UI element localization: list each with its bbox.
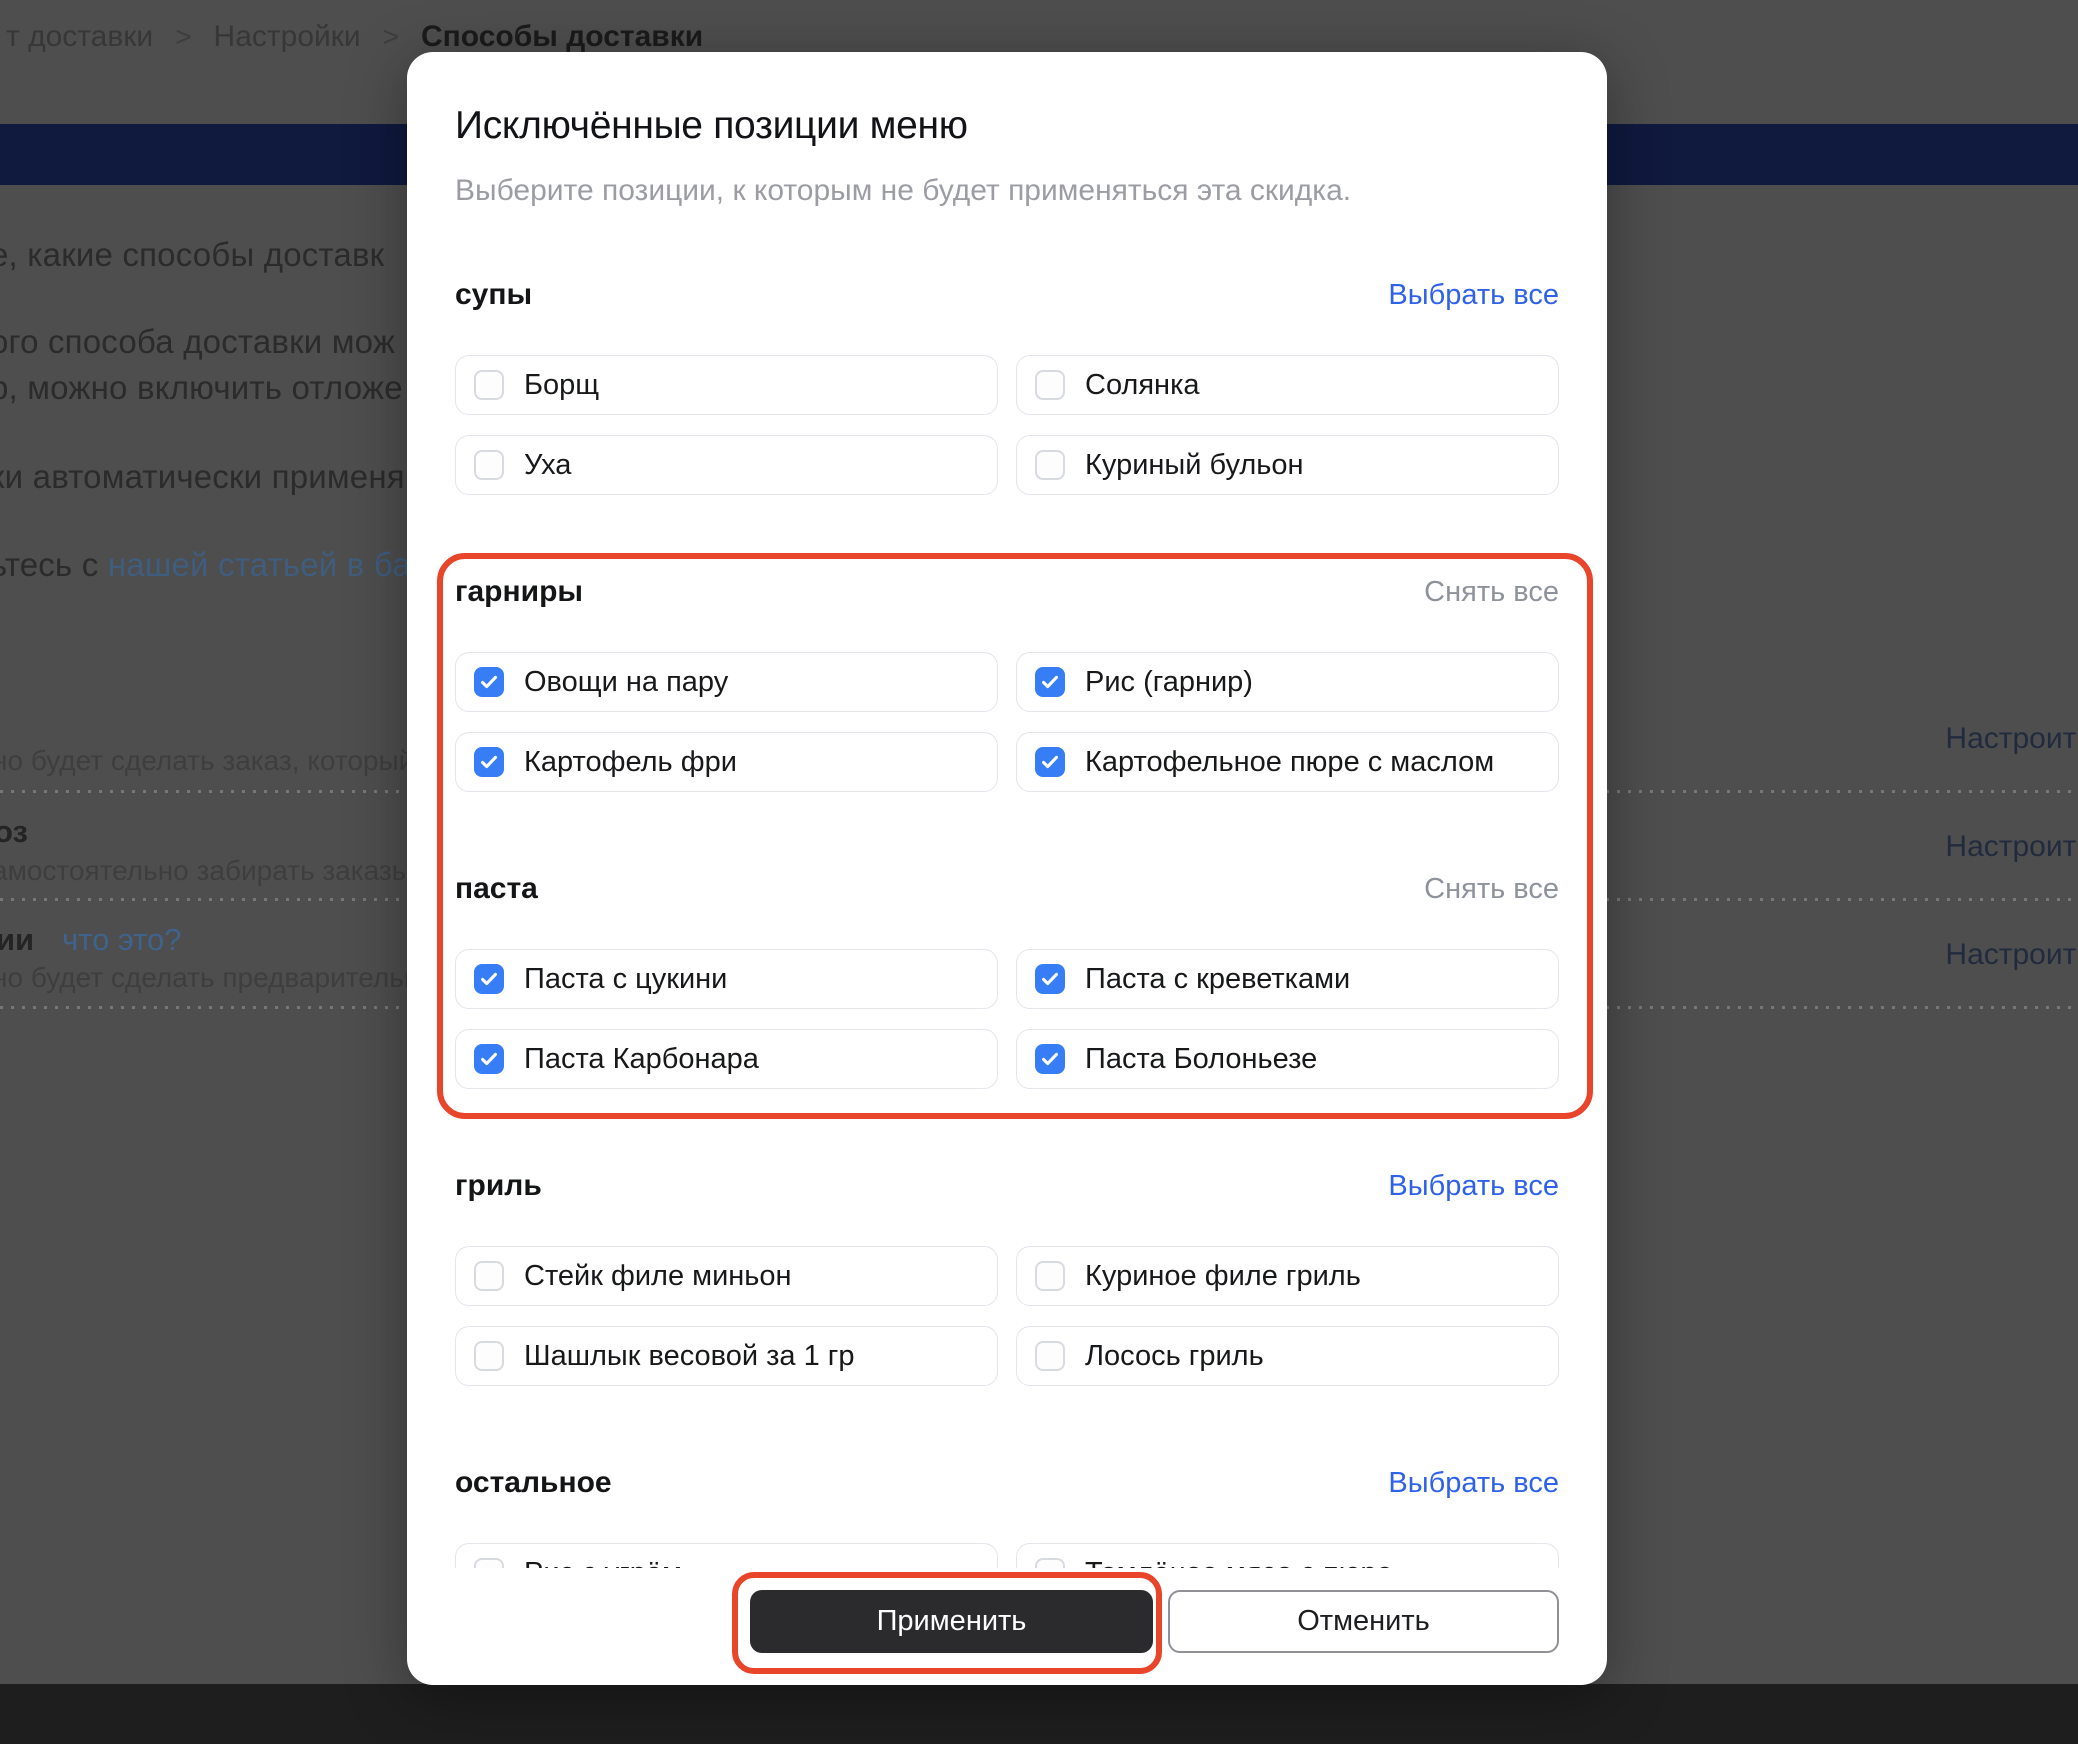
article-link[interactable]: нашей статьей в ба [108,546,411,583]
checkbox-checked[interactable] [1035,667,1065,697]
menu-item-label: Лосось гриль [1085,1340,1264,1373]
section-header: гарниры Снять все [455,575,1559,609]
background-paragraph: ьтесь с нашей статьей в ба [0,546,411,584]
background-paragraph: ки автоматически применя [0,458,405,496]
menu-item-label: Овощи на пару [524,666,728,699]
checkbox-checked[interactable] [1035,1044,1065,1074]
configure-link[interactable]: Настроить [1945,722,2078,756]
checkbox-checked[interactable] [474,667,504,697]
checkbox-unchecked[interactable] [1035,370,1065,400]
menu-item-label: Куриное филе гриль [1085,1260,1361,1293]
checkbox-checked[interactable] [1035,964,1065,994]
section-header: супы Выбрать все [455,278,1559,312]
menu-section-гарниры: гарниры Снять все Овощи на пару Рис (гарнир… [455,575,1559,792]
configure-link[interactable]: Настроить [1945,830,2078,864]
breadcrumb-item-settings[interactable]: Настройки [214,20,361,54]
menu-item-label: Картофель фри [524,746,737,779]
chevron-right-icon: > [175,21,191,53]
apply-button[interactable]: Применить [750,1590,1153,1653]
menu-item-checkbox-card[interactable]: Картофель фри [455,732,998,792]
menu-item-checkbox-card[interactable]: Картофельное пюре с маслом [1016,732,1559,792]
checkbox-unchecked[interactable] [474,370,504,400]
deselect-all-link[interactable]: Снять все [1424,575,1559,609]
section-title: гриль [455,1169,542,1203]
configure-link[interactable]: Настроить [1945,938,2078,972]
bottom-dark-band [0,1684,2078,1744]
checkbox-unchecked[interactable] [474,1261,504,1291]
background-paragraph: е, какие способы доставк [0,236,384,274]
checkbox-unchecked[interactable] [1035,450,1065,480]
menu-item-label: Борщ [524,369,599,402]
background-paragraph: р, можно включить отложе [0,369,403,407]
section-header: паста Снять все [455,872,1559,906]
section-header: гриль Выбрать все [455,1169,1559,1203]
breadcrumb-item-delivery-methods: Способы доставки [421,20,703,54]
menu-item-checkbox-card[interactable]: Борщ [455,355,998,415]
menu-item-label: Рис (гарнир) [1085,666,1253,699]
menu-item-checkbox-card[interactable]: Паста с креветками [1016,949,1559,1009]
menu-item-label: Солянка [1085,369,1200,402]
select-all-link[interactable]: Выбрать все [1388,1466,1559,1500]
checkbox-unchecked[interactable] [1035,1341,1065,1371]
row-heading: иичто это? [0,922,181,958]
menu-item-label: Паста с креветками [1085,963,1350,996]
modal-title: Исключённые позиции меню [455,104,1559,148]
menu-item-label: Картофельное пюре с маслом [1085,746,1494,779]
section-items-grid: Паста с цукини Паста с креветками Паста Ка… [455,949,1559,1089]
menu-item-checkbox-card[interactable]: Уха [455,435,998,495]
menu-item-checkbox-card[interactable]: Куриное филе гриль [1016,1246,1559,1306]
checkbox-checked[interactable] [474,964,504,994]
checkbox-checked[interactable] [474,1044,504,1074]
excluded-menu-items-modal: Исключённые позиции меню Выберите позици… [407,52,1607,1685]
menu-item-checkbox-card[interactable]: Стейк филе миньон [455,1246,998,1306]
menu-item-checkbox-card[interactable]: Овощи на пару [455,652,998,712]
menu-item-checkbox-card[interactable]: Лосось гриль [1016,1326,1559,1386]
menu-item-label: Шашлык весовой за 1 гр [524,1340,854,1373]
checkbox-unchecked[interactable] [474,450,504,480]
background-paragraph: ого способа доставки мож [0,323,395,361]
menu-item-checkbox-card[interactable]: Паста Карбонара [455,1029,998,1089]
cancel-button[interactable]: Отменить [1168,1590,1559,1653]
menu-item-label: Паста Карбонара [524,1043,759,1076]
deselect-all-link[interactable]: Снять все [1424,872,1559,906]
menu-section-гриль: гриль Выбрать все Стейк филе миньон Куриное… [455,1169,1559,1386]
chevron-right-icon: > [383,21,399,53]
menu-item-checkbox-card[interactable]: Паста с цукини [455,949,998,1009]
section-items-grid: Овощи на пару Рис (гарнир) Картофель фри Ка… [455,652,1559,792]
checkbox-unchecked[interactable] [1035,1261,1065,1291]
menu-item-checkbox-card[interactable]: Шашлык весовой за 1 гр [455,1326,998,1386]
menu-item-label: Куриный бульон [1085,449,1304,482]
section-header: остальное Выбрать все [455,1466,1559,1500]
what-is-it-link[interactable]: что это? [62,922,181,957]
menu-item-checkbox-card[interactable]: Паста Болоньезе [1016,1029,1559,1089]
section-items-grid: Борщ Солянка Уха Куриный бульон [455,355,1559,495]
checkbox-checked[interactable] [474,747,504,777]
section-title: паста [455,872,538,906]
breadcrumb-item-delivery[interactable]: т доставки [6,20,153,54]
menu-item-checkbox-card[interactable]: Рис (гарнир) [1016,652,1559,712]
modal-footer: Применить Отменить [455,1568,1559,1685]
select-all-link[interactable]: Выбрать все [1388,1169,1559,1203]
row-heading: оз [0,814,28,850]
checkbox-checked[interactable] [1035,747,1065,777]
menu-item-label: Паста с цукини [524,963,727,996]
menu-item-label: Стейк филе миньон [524,1260,792,1293]
section-title: гарниры [455,575,583,609]
menu-section-паста: паста Снять все Паста с цукини Паста с крев… [455,872,1559,1089]
checkbox-unchecked[interactable] [474,1341,504,1371]
select-all-link[interactable]: Выбрать все [1388,278,1559,312]
section-items-grid: Стейк филе миньон Куриное филе гриль Шашлы… [455,1246,1559,1386]
section-title: остальное [455,1466,612,1500]
modal-sections: супы Выбрать все Борщ Солянка Уха Куриный бул… [455,278,1559,1603]
modal-subtitle: Выберите позиции, к которым не будет при… [455,174,1559,208]
breadcrumb: т доставки > Настройки > Способы доставк… [6,20,703,54]
menu-section-супы: супы Выбрать все Борщ Солянка Уха Куриный бул… [455,278,1559,495]
menu-item-checkbox-card[interactable]: Солянка [1016,355,1559,415]
menu-item-label: Паста Болоньезе [1085,1043,1317,1076]
menu-item-checkbox-card[interactable]: Куриный бульон [1016,435,1559,495]
section-title: супы [455,278,532,312]
menu-item-label: Уха [524,449,571,482]
